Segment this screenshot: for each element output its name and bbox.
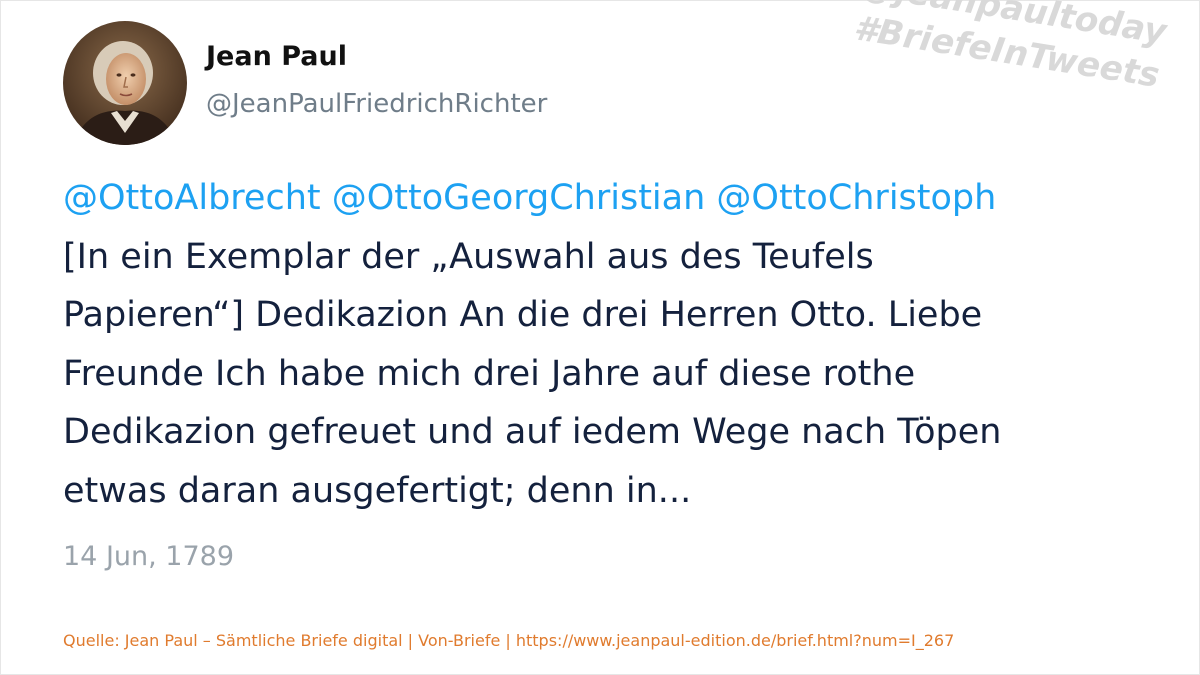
avatar[interactable] — [63, 21, 187, 145]
mention-link[interactable]: @OttoGeorgChristian — [332, 178, 706, 218]
tweet-date: 14 Jun, 1789 — [63, 541, 235, 572]
portrait-avatar-icon — [63, 21, 187, 145]
tweet-text-line: [In ein Exemplar der „Auswahl aus des Te… — [63, 236, 874, 277]
author-name[interactable]: Jean Paul — [206, 41, 347, 72]
author-handle[interactable]: @JeanPaulFriedrichRichter — [206, 89, 547, 119]
tweet-text-line: Freunde Ich habe mich drei Jahre auf die… — [63, 353, 916, 394]
tweet-body: @OttoAlbrecht @OttoGeorgChristian @OttoC… — [63, 169, 1143, 520]
mentions-line: @OttoAlbrecht @OttoGeorgChristian @OttoC… — [63, 169, 1143, 228]
tweet-text-line: Dedikazion gefreuet und auf iedem Wege n… — [63, 412, 1002, 452]
source-citation[interactable]: Quelle: Jean Paul – Sämtliche Briefe dig… — [63, 631, 954, 650]
tweet-card: Jean Paul @JeanPaulFriedrichRichter @jea… — [0, 0, 1200, 675]
tweet-text-line: Papieren“] Dedikazion An die drei Herren… — [63, 295, 983, 335]
tweet-text-line: etwas daran ausgefertigt; denn in... — [63, 470, 692, 511]
mention-link[interactable]: @OttoAlbrecht — [63, 178, 321, 218]
watermark: @jeanpaultoday #BriefeInTweets — [851, 0, 1169, 98]
mention-link[interactable]: @OttoChristoph — [716, 178, 996, 218]
